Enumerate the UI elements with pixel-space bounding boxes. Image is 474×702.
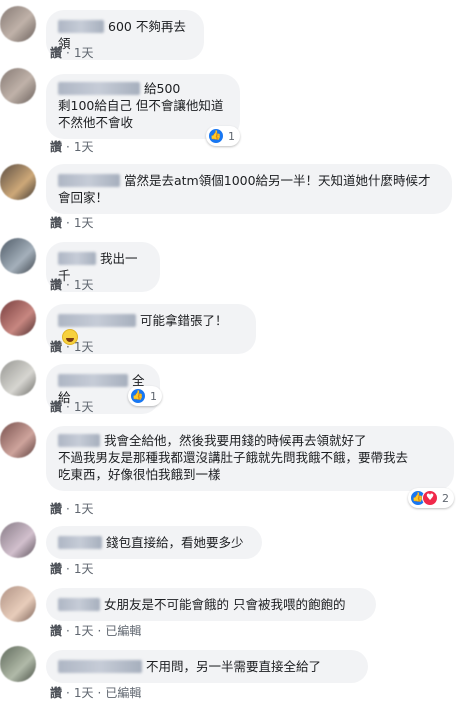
- like-link[interactable]: 讚: [50, 216, 62, 230]
- comment-text: 錢包直接給，看她要多少: [106, 535, 244, 550]
- comment-meta: 讚 · 1天: [50, 278, 94, 292]
- commenter-name[interactable]: [58, 174, 120, 187]
- like-link[interactable]: 讚: [50, 502, 62, 516]
- reaction-count: 1: [228, 129, 235, 143]
- comment-meta: 讚 · 1天 · 已編輯: [50, 686, 142, 700]
- timestamp[interactable]: 1天: [74, 502, 94, 516]
- avatar[interactable]: [0, 164, 36, 200]
- timestamp[interactable]: 1天: [74, 216, 94, 230]
- comment-bubble: 女朋友是不可能會餓的 只會被我喂的飽飽的: [46, 588, 376, 621]
- avatar[interactable]: [0, 6, 36, 42]
- commenter-name[interactable]: [58, 82, 140, 95]
- timestamp[interactable]: 1天: [74, 140, 94, 154]
- like-link[interactable]: 讚: [50, 46, 62, 60]
- comment-text: 我會全給他，然後我要用錢的時候再去領就好了 不過我男友是那種我都還沒講肚子餓就先…: [58, 433, 409, 482]
- commenter-name[interactable]: [58, 20, 104, 33]
- comment-text: 女朋友是不可能會餓的 只會被我喂的飽飽的: [104, 597, 346, 612]
- reaction-summary[interactable]: 👍 1: [128, 386, 162, 406]
- timestamp[interactable]: 1天: [74, 278, 94, 292]
- comment-meta: 讚 · 1天: [50, 562, 94, 576]
- like-link[interactable]: 讚: [50, 340, 62, 354]
- avatar[interactable]: [0, 646, 36, 682]
- like-link[interactable]: 讚: [50, 624, 62, 638]
- edited-label: 已編輯: [105, 624, 142, 638]
- reaction-count: 1: [150, 389, 157, 403]
- comment-meta: 讚 · 1天: [50, 46, 94, 60]
- commenter-name[interactable]: [58, 536, 102, 549]
- avatar[interactable]: [0, 238, 36, 274]
- avatar[interactable]: [0, 360, 36, 396]
- reaction-summary[interactable]: 👍 1: [206, 126, 240, 146]
- timestamp[interactable]: 1天: [74, 340, 94, 354]
- timestamp[interactable]: 1天: [74, 562, 94, 576]
- avatar[interactable]: [0, 300, 36, 336]
- love-reaction-icon: ♥: [422, 490, 438, 506]
- comment-meta: 讚 · 1天: [50, 400, 94, 414]
- comment-bubble: 當然是去atm領個1000給另一半！天知道她什麼時候才 會回家！: [46, 164, 452, 214]
- avatar[interactable]: [0, 422, 36, 458]
- commenter-name[interactable]: [58, 434, 100, 447]
- comment-meta: 讚 · 1天 · 已編輯: [50, 624, 142, 638]
- comment-meta: 讚 · 1天: [50, 502, 94, 516]
- like-link[interactable]: 讚: [50, 686, 62, 700]
- like-link[interactable]: 讚: [50, 400, 62, 414]
- like-link[interactable]: 讚: [50, 278, 62, 292]
- like-reaction-icon: 👍: [208, 128, 224, 144]
- avatar[interactable]: [0, 522, 36, 558]
- reaction-count: 2: [442, 491, 449, 505]
- comment-bubble: 錢包直接給，看她要多少: [46, 526, 262, 559]
- comment-bubble: 我會全給他，然後我要用錢的時候再去領就好了 不過我男友是那種我都還沒講肚子餓就先…: [46, 426, 454, 491]
- timestamp[interactable]: 1天: [74, 686, 94, 700]
- comment-text: 不用問，另一半需要直接全給了: [146, 659, 322, 674]
- commenter-name[interactable]: [58, 252, 96, 265]
- reaction-summary[interactable]: 👍 ♥ 2: [408, 488, 454, 508]
- commenter-name[interactable]: [58, 598, 100, 611]
- like-link[interactable]: 讚: [50, 140, 62, 154]
- comment-meta: 讚 · 1天: [50, 216, 94, 230]
- commenter-name[interactable]: [58, 660, 142, 673]
- edited-label: 已編輯: [105, 686, 142, 700]
- like-link[interactable]: 讚: [50, 562, 62, 576]
- avatar[interactable]: [0, 68, 36, 104]
- avatar[interactable]: [0, 586, 36, 622]
- commenter-name[interactable]: [58, 314, 136, 327]
- timestamp[interactable]: 1天: [74, 46, 94, 60]
- comment-text: 可能拿錯張了！: [140, 313, 228, 328]
- timestamp[interactable]: 1天: [74, 624, 94, 638]
- like-reaction-icon: 👍: [130, 388, 146, 404]
- comment-bubble: 不用問，另一半需要直接全給了: [46, 650, 368, 683]
- comment-meta: 讚 · 1天: [50, 140, 94, 154]
- commenter-name[interactable]: [58, 374, 128, 387]
- timestamp[interactable]: 1天: [74, 400, 94, 414]
- comment-meta: 讚 · 1天: [50, 340, 94, 354]
